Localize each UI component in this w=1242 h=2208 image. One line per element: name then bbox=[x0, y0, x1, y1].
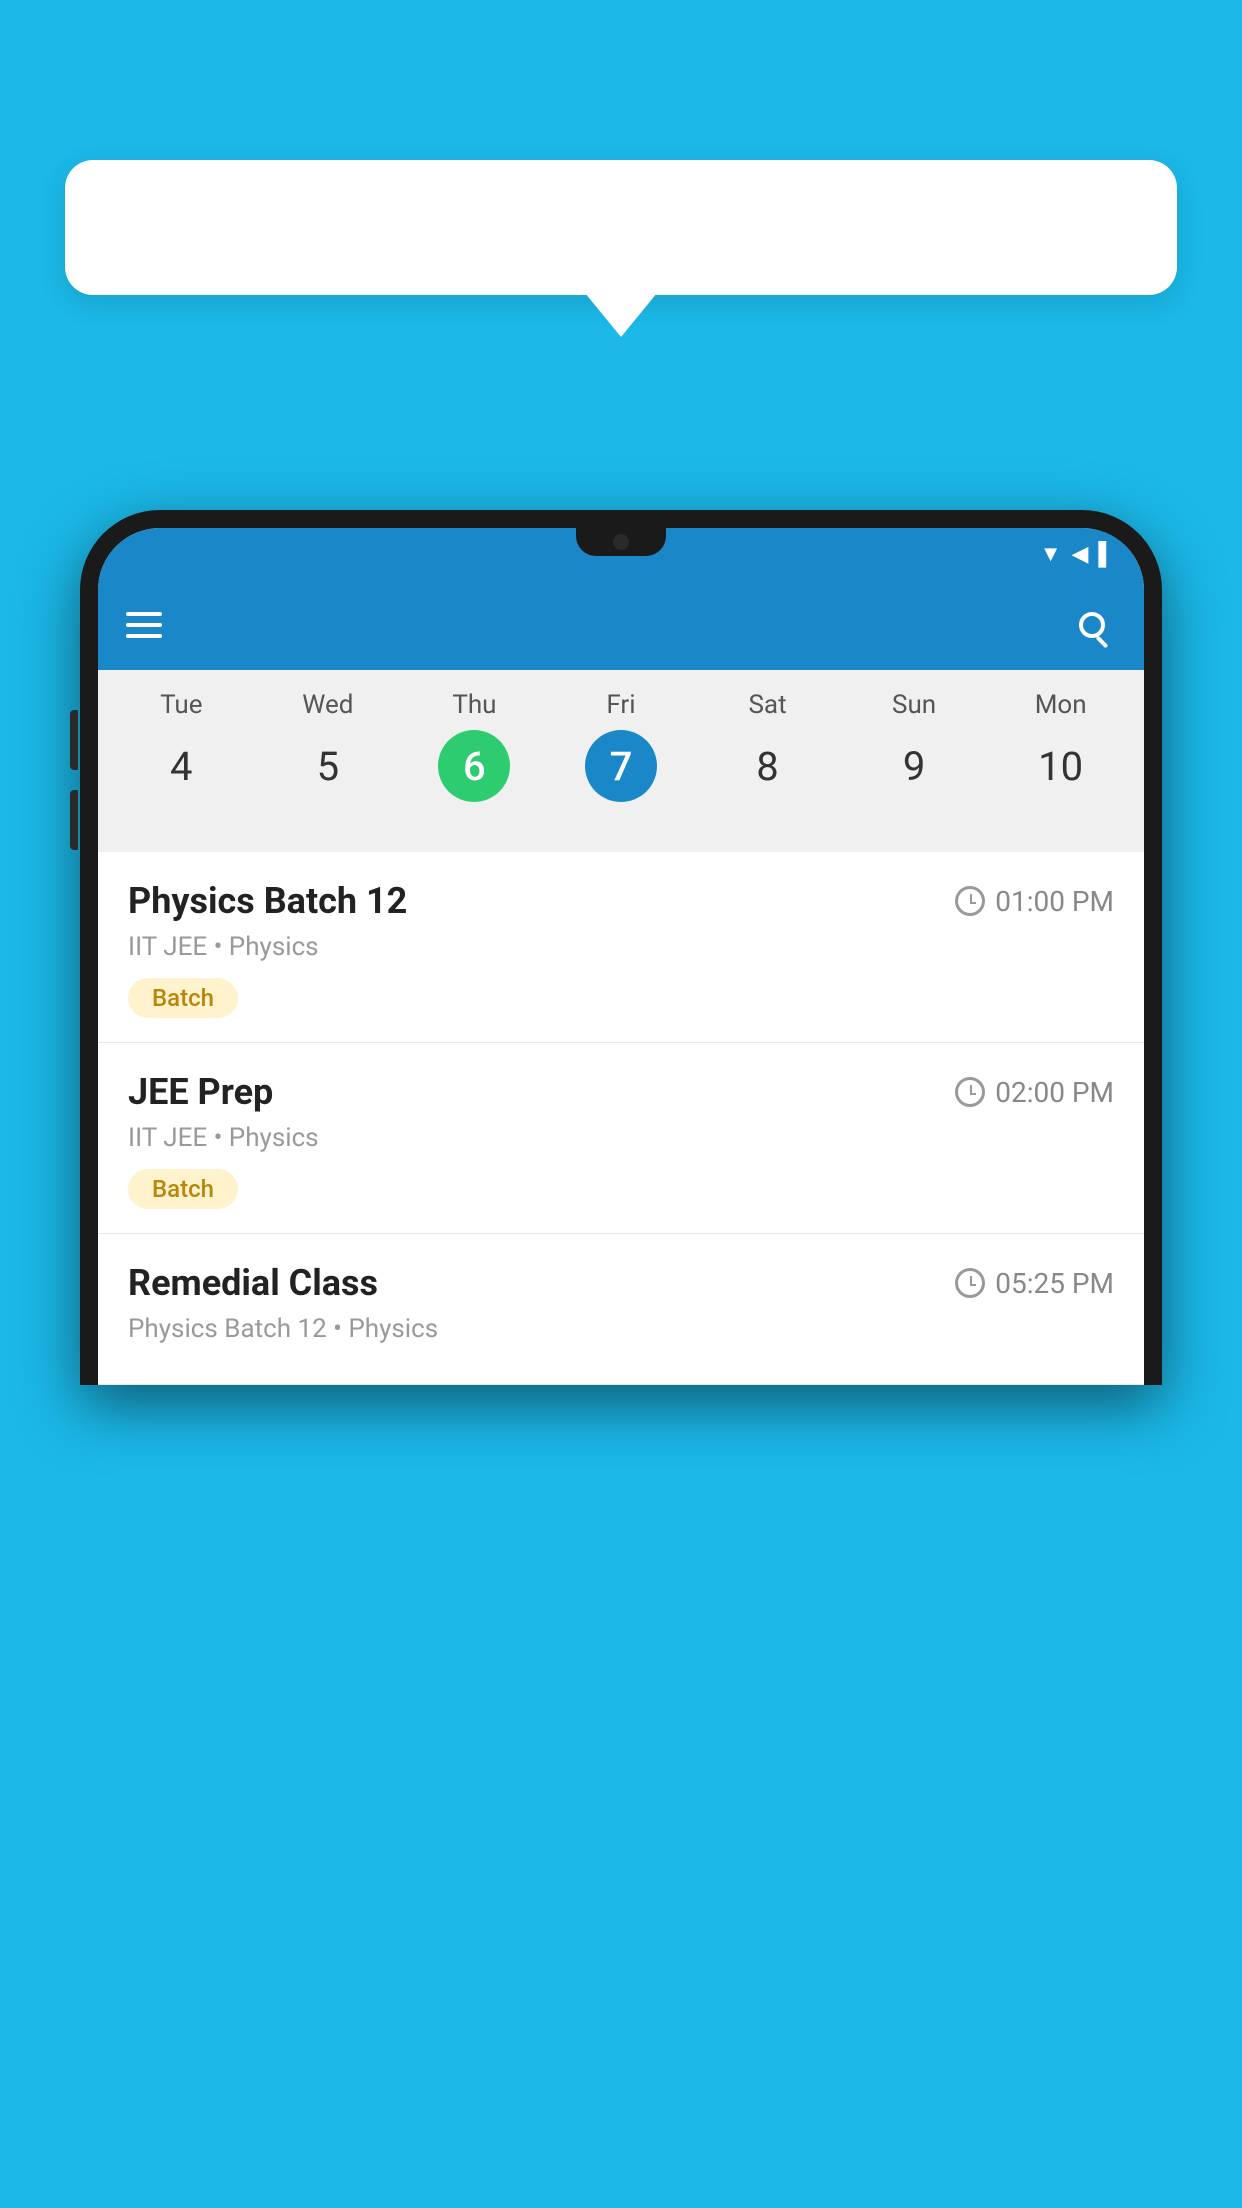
day-col[interactable]: Wed 5 bbox=[268, 690, 388, 802]
hamburger-menu-button[interactable] bbox=[126, 612, 162, 638]
volume-down-button bbox=[70, 790, 78, 850]
class-item-header: Remedial Class 05:25 PM bbox=[128, 1262, 1114, 1304]
class-item[interactable]: JEE Prep 02:00 PM IIT JEE • Physics Batch bbox=[98, 1043, 1144, 1234]
day-number[interactable]: 8 bbox=[732, 730, 804, 802]
day-col[interactable]: Tue 4 bbox=[121, 690, 241, 802]
class-meta: IIT JEE • Physics bbox=[128, 932, 1114, 962]
notch bbox=[576, 528, 666, 556]
battery-icon: ▌ bbox=[1098, 541, 1114, 567]
class-item-header: Physics Batch 12 01:00 PM bbox=[128, 880, 1114, 922]
calendar-section: Tue 4 Wed 5 Thu 6 Fri 7 Sat 8 Sun 9 Mon 10 bbox=[98, 670, 1144, 852]
day-number[interactable]: 10 bbox=[1025, 730, 1097, 802]
phone-wrapper: ▼ ◀ ▌ Tue 4 bbox=[80, 510, 1162, 2208]
app-bar bbox=[98, 580, 1144, 670]
day-name: Wed bbox=[302, 690, 353, 720]
hamburger-line-2 bbox=[126, 623, 162, 627]
time-text: 02:00 PM bbox=[995, 1076, 1114, 1109]
tooltip-card bbox=[65, 160, 1177, 295]
day-col[interactable]: Mon 10 bbox=[1001, 690, 1121, 802]
day-col[interactable]: Fri 7 bbox=[561, 690, 681, 802]
day-name: Tue bbox=[160, 690, 202, 720]
day-name: Fri bbox=[606, 690, 635, 720]
hamburger-line-1 bbox=[126, 612, 162, 616]
day-number[interactable]: 6 bbox=[438, 730, 510, 802]
class-list: Physics Batch 12 01:00 PM IIT JEE • Physic… bbox=[98, 852, 1144, 1385]
days-row: Tue 4 Wed 5 Thu 6 Fri 7 Sat 8 Sun 9 Mon 10 bbox=[98, 690, 1144, 802]
class-meta: IIT JEE • Physics bbox=[128, 1123, 1114, 1153]
day-name: Thu bbox=[452, 690, 496, 720]
day-name: Sat bbox=[748, 690, 786, 720]
day-number[interactable]: 4 bbox=[145, 730, 217, 802]
search-button[interactable] bbox=[1068, 601, 1116, 649]
day-name: Sun bbox=[892, 690, 936, 720]
signal-icon: ◀ bbox=[1071, 542, 1088, 567]
search-icon bbox=[1079, 612, 1105, 638]
selected-date-label bbox=[98, 814, 1144, 836]
hamburger-line-3 bbox=[126, 634, 162, 638]
class-time: 02:00 PM bbox=[955, 1076, 1114, 1109]
day-col[interactable]: Sun 9 bbox=[854, 690, 974, 802]
class-name: Physics Batch 12 bbox=[128, 880, 407, 922]
class-name: JEE Prep bbox=[128, 1071, 273, 1113]
wifi-icon: ▼ bbox=[1040, 541, 1062, 567]
batch-tag: Batch bbox=[128, 978, 238, 1018]
clock-icon bbox=[955, 886, 985, 916]
day-number[interactable]: 5 bbox=[292, 730, 364, 802]
class-time: 05:25 PM bbox=[955, 1267, 1114, 1300]
front-camera bbox=[613, 534, 629, 550]
phone-outer: ▼ ◀ ▌ Tue 4 bbox=[80, 510, 1162, 1385]
class-item[interactable]: Physics Batch 12 01:00 PM IIT JEE • Physic… bbox=[98, 852, 1144, 1043]
clock-icon bbox=[955, 1077, 985, 1107]
status-bar: ▼ ◀ ▌ bbox=[98, 528, 1144, 580]
phone-inner: ▼ ◀ ▌ Tue 4 bbox=[98, 528, 1144, 1385]
day-number[interactable]: 7 bbox=[585, 730, 657, 802]
day-col[interactable]: Thu 6 bbox=[414, 690, 534, 802]
status-icons: ▼ ◀ ▌ bbox=[1040, 541, 1114, 567]
time-text: 05:25 PM bbox=[995, 1267, 1114, 1300]
clock-icon bbox=[955, 1268, 985, 1298]
volume-up-button bbox=[70, 710, 78, 770]
day-name: Mon bbox=[1035, 690, 1087, 720]
side-buttons bbox=[70, 710, 78, 850]
class-meta: Physics Batch 12 • Physics bbox=[128, 1314, 1114, 1344]
day-number[interactable]: 9 bbox=[878, 730, 950, 802]
class-item-header: JEE Prep 02:00 PM bbox=[128, 1071, 1114, 1113]
class-name: Remedial Class bbox=[128, 1262, 378, 1304]
class-time: 01:00 PM bbox=[955, 885, 1114, 918]
class-item[interactable]: Remedial Class 05:25 PM Physics Batch 12 •… bbox=[98, 1234, 1144, 1385]
batch-tag: Batch bbox=[128, 1169, 238, 1209]
day-col[interactable]: Sat 8 bbox=[708, 690, 828, 802]
time-text: 01:00 PM bbox=[995, 885, 1114, 918]
